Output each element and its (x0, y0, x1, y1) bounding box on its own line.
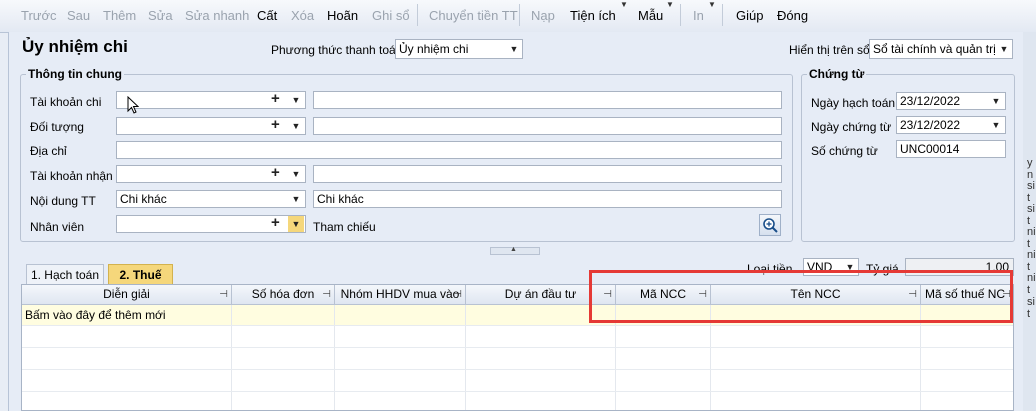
chevron-down-icon[interactable]: ▼ (291, 166, 301, 182)
grid-line (22, 347, 1013, 348)
grid-line (334, 305, 335, 410)
background-text: si t (1027, 180, 1035, 204)
account-label: Tài khoản chi (30, 95, 102, 109)
add-icon[interactable]: + (271, 91, 280, 107)
prev-button[interactable]: Trước (21, 8, 57, 23)
posting-date-field[interactable]: 23/12/2022 (896, 92, 1006, 110)
posting-date-label: Ngày hạch toán (811, 96, 896, 110)
object-desc-field[interactable] (313, 117, 782, 135)
payment-method-select[interactable]: Ủy nhiệm chi (395, 39, 523, 59)
collapse-up-icon[interactable]: ▲ (510, 246, 517, 253)
mouse-cursor-icon (127, 96, 139, 114)
address-label: Địa chỉ (30, 144, 67, 158)
content-desc-field[interactable]: Chi khác (313, 190, 782, 208)
background-text: y n (1027, 157, 1034, 181)
toolbar-separator (722, 4, 723, 26)
toolbar-separator (680, 4, 681, 26)
chevron-down-icon[interactable]: ▼ (291, 118, 301, 134)
object-label: Đối tượng (30, 120, 84, 134)
chevron-down-icon[interactable]: ▼ (666, 0, 674, 9)
utilities-button[interactable]: Tiện ích (570, 8, 616, 23)
chevron-down-icon[interactable]: ▼ (708, 0, 716, 9)
account-desc-field[interactable] (313, 91, 782, 109)
toolbar-separator (417, 4, 418, 26)
add-icon[interactable]: + (271, 117, 280, 133)
chevron-down-icon[interactable]: ▼ (991, 117, 1001, 133)
toolbar-separator (519, 4, 520, 26)
pin-icon[interactable]: ⊣ (453, 285, 462, 304)
voucher-no-field[interactable]: UNC00014 (896, 140, 1006, 158)
chevron-down-icon[interactable]: ▼ (999, 41, 1009, 57)
display-book-select[interactable]: Sổ tài chính và quản trị (869, 39, 1013, 59)
save-button[interactable]: Cất (257, 8, 277, 23)
display-book-label: Hiển thị trên sổ (789, 43, 870, 57)
background-text: si t (1027, 203, 1035, 227)
post-button[interactable]: Ghi sổ (372, 8, 410, 23)
close-button[interactable]: Đóng (777, 8, 808, 23)
background-text: si t (1027, 296, 1035, 320)
print-button[interactable]: In (693, 8, 704, 23)
voucher-date-label: Ngày chứng từ (811, 120, 892, 134)
receive-account-label: Tài khoản nhận (30, 169, 113, 183)
add-new-row-hint[interactable]: Bấm vào đây để thêm mới (25, 308, 166, 322)
column-header-invoice-no[interactable]: Số hóa đơn ⊣ (232, 285, 335, 305)
tab-accounting[interactable]: 1. Hạch toán (26, 264, 104, 284)
next-button[interactable]: Sau (67, 8, 90, 23)
pin-icon[interactable]: ⊣ (322, 285, 331, 304)
grid-line (465, 305, 466, 410)
chevron-down-icon[interactable]: ▼ (991, 93, 1001, 109)
grid-line (22, 325, 1013, 326)
column-header-description[interactable]: Diễn giải ⊣ (22, 285, 232, 305)
add-button[interactable]: Thêm (103, 8, 136, 23)
load-button[interactable]: Nạp (531, 8, 555, 23)
grid-line (22, 391, 1013, 392)
chevron-down-icon[interactable]: ▼ (291, 191, 301, 207)
highlight-box (589, 270, 1013, 323)
address-field[interactable] (116, 141, 782, 159)
employee-label: Nhân viên (30, 220, 85, 234)
page-title: Ủy nhiệm chi (22, 37, 128, 56)
pin-icon[interactable]: ⊣ (219, 285, 228, 304)
grid-line (231, 305, 232, 410)
defer-button[interactable]: Hoãn (327, 8, 358, 23)
background-text: ni t (1027, 272, 1036, 296)
zoom-icon (763, 218, 778, 233)
general-info-legend: Thông tin chung (26, 67, 124, 81)
reference-search-button[interactable] (759, 214, 781, 236)
content-label: Nội dung TT (30, 194, 96, 208)
template-button[interactable]: Mẫu (638, 8, 663, 23)
chevron-down-icon[interactable]: ▼ (509, 41, 519, 57)
background-text: ni t (1027, 226, 1036, 250)
toolbar: Trước Sau Thêm Sửa Sửa nhanh Cất Xóa Hoã… (0, 0, 1036, 33)
voucher-no-label: Số chứng từ (811, 144, 878, 158)
voucher-legend: Chứng từ (807, 67, 867, 81)
payment-method-label: Phương thức thanh toán (271, 43, 403, 57)
background-text: ni t (1027, 249, 1036, 273)
add-icon[interactable]: + (271, 165, 280, 181)
delete-button[interactable]: Xóa (291, 8, 314, 23)
help-button[interactable]: Giúp (736, 8, 763, 23)
reference-label: Tham chiếu (313, 220, 376, 234)
tab-tax[interactable]: 2. Thuế (108, 264, 173, 284)
column-header-goods-group[interactable]: Nhóm HHDV mua vào ⊣ (335, 285, 466, 305)
grid-line (22, 369, 1013, 370)
add-icon[interactable]: + (271, 215, 280, 231)
receive-account-desc-field[interactable] (313, 165, 782, 183)
chevron-down-icon[interactable]: ▼ (620, 0, 628, 9)
quick-edit-button[interactable]: Sửa nhanh (185, 8, 249, 23)
voucher-date-field[interactable]: 23/12/2022 (896, 116, 1006, 134)
content-select[interactable]: Chi khác (116, 190, 306, 208)
chevron-down-icon[interactable]: ▼ (291, 92, 301, 108)
chevron-down-icon[interactable]: ▼ (288, 216, 304, 232)
transfer-button[interactable]: Chuyển tiền TT (429, 8, 518, 23)
edit-button[interactable]: Sửa (148, 8, 173, 23)
